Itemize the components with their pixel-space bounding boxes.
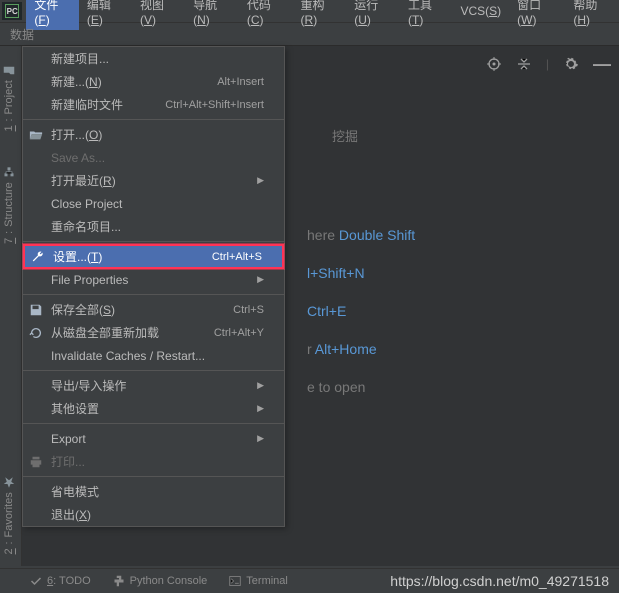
hint-link[interactable]: Double Shift <box>339 227 415 243</box>
chevron-right-icon: ▶ <box>257 380 264 391</box>
dd-save-as: Save As... <box>23 146 284 169</box>
editor-area: 新建项目... 新建...(N)Alt+Insert 新建临时文件Ctrl+Al… <box>22 46 619 566</box>
menu-tools[interactable]: 工具(T) <box>400 0 452 30</box>
dd-separator <box>23 119 284 120</box>
chevron-right-icon: ▶ <box>257 175 264 186</box>
dd-separator <box>23 476 284 477</box>
chevron-right-icon: ▶ <box>257 274 264 285</box>
python-icon <box>113 575 125 587</box>
collapse-icon[interactable] <box>516 56 532 72</box>
hint-link[interactable]: l+Shift+N <box>307 265 365 281</box>
gear-icon[interactable] <box>563 56 579 72</box>
dd-new[interactable]: 新建...(N)Alt+Insert <box>23 70 284 93</box>
left-tool-gutter: 1: Project 7: Structure 2: Favorites <box>0 46 22 566</box>
menu-navigate[interactable]: 导航(N) <box>185 0 239 30</box>
dd-separator <box>23 294 284 295</box>
dd-separator <box>23 370 284 371</box>
sidebar-tab-favorites[interactable]: 2: Favorites <box>3 476 15 554</box>
watermark-text: https://blog.csdn.net/m0_49271518 <box>390 573 609 589</box>
save-icon <box>29 303 43 317</box>
menu-view[interactable]: 视图(V) <box>132 0 185 30</box>
dd-export[interactable]: Export▶ <box>23 427 284 450</box>
dd-exit[interactable]: 退出(X) <box>23 503 284 526</box>
print-icon <box>29 455 43 469</box>
dd-invalidate-caches[interactable]: Invalidate Caches / Restart... <box>23 344 284 367</box>
menu-edit[interactable]: 编辑(E) <box>79 0 132 30</box>
menu-vcs[interactable]: VCS(S) <box>452 1 509 21</box>
dd-rename-project[interactable]: 重命名项目... <box>23 215 284 238</box>
dd-save-all[interactable]: 保存全部(S)Ctrl+S <box>23 298 284 321</box>
folder-icon <box>3 64 15 76</box>
reload-icon <box>29 326 43 340</box>
menu-help[interactable]: 帮助(H) <box>565 0 619 30</box>
chevron-right-icon: ▶ <box>257 403 264 414</box>
editor-welcome-hints: here Double Shift l+Shift+N Ctrl+E r Alt… <box>307 216 609 406</box>
menu-window[interactable]: 窗口(W) <box>509 0 565 30</box>
dd-export-import[interactable]: 导出/导入操作▶ <box>23 374 284 397</box>
sidebar-tab-structure[interactable]: 7: Structure <box>3 166 15 244</box>
status-bar: 6: TODO Python Console Terminal https://… <box>0 568 619 593</box>
dd-settings[interactable]: 设置...(T)Ctrl+Alt+S <box>23 244 284 269</box>
dd-separator <box>23 241 284 242</box>
dd-open-recent[interactable]: 打开最近(R)▶ <box>23 169 284 192</box>
editor-tip-text: 挖掘 <box>332 126 358 145</box>
star-icon <box>3 476 15 488</box>
menu-run[interactable]: 运行(U) <box>346 0 400 30</box>
dd-reload-from-disk[interactable]: 从磁盘全部重新加载Ctrl+Alt+Y <box>23 321 284 344</box>
dd-close-project[interactable]: Close Project <box>23 192 284 215</box>
footer-terminal[interactable]: Terminal <box>229 575 288 587</box>
footer-python-console[interactable]: Python Console <box>113 575 208 587</box>
dd-file-properties[interactable]: File Properties▶ <box>23 268 284 291</box>
hint-link[interactable]: Alt+Home <box>315 341 377 357</box>
editor-toolbar-right: | — <box>486 56 611 72</box>
hint-link[interactable]: Ctrl+E <box>307 303 346 319</box>
check-icon <box>30 575 42 587</box>
footer-todo[interactable]: 6: TODO <box>30 575 91 587</box>
wrench-icon <box>31 250 45 264</box>
minimize-icon[interactable]: — <box>593 59 611 69</box>
sidebar-tab-project[interactable]: 1: Project <box>3 64 15 131</box>
structure-icon <box>3 166 15 178</box>
menu-code[interactable]: 代码(C) <box>239 0 293 30</box>
menu-refactor[interactable]: 重构(R) <box>293 0 347 30</box>
chevron-right-icon: ▶ <box>257 433 264 444</box>
folder-open-icon <box>29 128 43 142</box>
pycharm-logo: PC <box>2 2 22 20</box>
dd-print: 打印... <box>23 450 284 473</box>
dd-open[interactable]: 打开...(O) <box>23 123 284 146</box>
dd-power-save[interactable]: 省电模式 <box>23 480 284 503</box>
breadcrumb-text: 数据 <box>10 26 34 43</box>
dd-separator <box>23 423 284 424</box>
menu-file[interactable]: 文件(F) <box>26 0 78 30</box>
file-menu-dropdown: 新建项目... 新建...(N)Alt+Insert 新建临时文件Ctrl+Al… <box>22 46 285 527</box>
menubar: PC 文件(F) 编辑(E) 视图(V) 导航(N) 代码(C) 重构(R) 运… <box>0 0 619 23</box>
dd-new-scratch[interactable]: 新建临时文件Ctrl+Alt+Shift+Insert <box>23 93 284 116</box>
dd-new-project[interactable]: 新建项目... <box>23 47 284 70</box>
terminal-icon <box>229 575 241 587</box>
target-icon[interactable] <box>486 56 502 72</box>
dd-other-settings[interactable]: 其他设置▶ <box>23 397 284 420</box>
